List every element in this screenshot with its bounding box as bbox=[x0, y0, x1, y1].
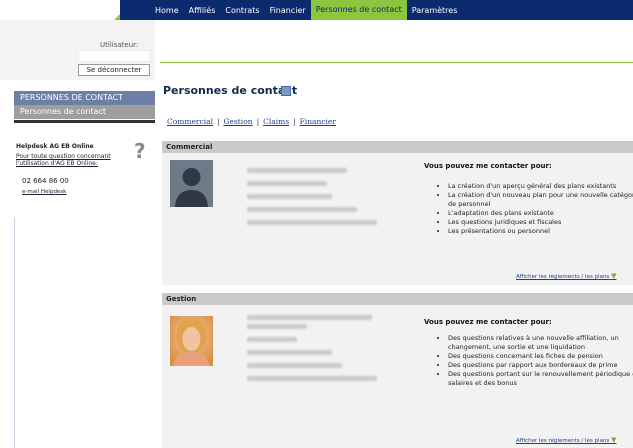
nav-parametres[interactable]: Paramètres bbox=[407, 6, 463, 15]
section-gestion: Gestion Vous pouvez me contacter pour: D… bbox=[162, 293, 633, 448]
sidebar: Utilisateur: Se déconnecter PERSONNES DE… bbox=[0, 20, 155, 448]
helpdesk-email-link[interactable]: e-mail Helpdesk bbox=[22, 189, 66, 195]
list-item: Les questions juridiques et fiscales bbox=[448, 218, 633, 227]
contact-reasons-list: La création d'un aperçu général des plan… bbox=[434, 182, 633, 236]
page-title: Personnes de contact bbox=[163, 84, 298, 97]
main-nav: Home Affiliés Contrats Financier Personn… bbox=[150, 0, 462, 20]
nav-affilies[interactable]: Affiliés bbox=[184, 6, 221, 15]
list-item: La création d'un aperçu général des plan… bbox=[448, 182, 633, 191]
nav-personnes-de-contact[interactable]: Personnes de contact bbox=[310, 0, 407, 20]
nav-contrats[interactable]: Contrats bbox=[220, 6, 264, 15]
subnav-financier[interactable]: Financier bbox=[300, 117, 336, 126]
question-mark-icon: ? bbox=[134, 139, 146, 163]
contact-reasons-list: Des questions relatives à une nouvelle a… bbox=[434, 334, 633, 388]
contact-phone-redacted bbox=[247, 350, 332, 355]
helpdesk-phone: 02 664 86 00 bbox=[22, 177, 69, 185]
show-plans-link[interactable]: Afficher les règlements / les plans ▼ bbox=[516, 436, 616, 444]
helpdesk-title: Helpdesk AG EB Online bbox=[16, 143, 94, 150]
user-label: Utilisateur: bbox=[100, 41, 139, 49]
sidebar-divider bbox=[14, 120, 155, 123]
subnav-gestion[interactable]: Gestion bbox=[224, 117, 253, 126]
contact-reasons-title: Vous pouvez me contacter pour: bbox=[424, 162, 552, 170]
list-item: Des questions portant sur le renouvellem… bbox=[448, 370, 633, 388]
contact-fax-redacted bbox=[247, 194, 332, 199]
helpdesk-question-link[interactable]: Pour toute question concernant l'utilisa… bbox=[16, 153, 116, 167]
top-navigation-bar: Home Affiliés Contrats Financier Personn… bbox=[0, 0, 633, 20]
list-item: La création d'un nouveau plan pour une n… bbox=[448, 191, 633, 209]
contact-email-redacted bbox=[247, 207, 357, 212]
section-header: Commercial bbox=[162, 141, 633, 153]
subnav-commercial[interactable]: Commercial bbox=[167, 117, 213, 126]
contact-email-redacted bbox=[247, 363, 342, 368]
info-icon[interactable] bbox=[281, 86, 291, 96]
contact-name-redacted bbox=[247, 315, 372, 320]
contact-address-redacted bbox=[247, 220, 377, 225]
list-item: Des questions concernant les fiches de p… bbox=[448, 352, 633, 361]
show-plans-link[interactable]: Afficher les règlements / les plans ▼ bbox=[516, 272, 616, 280]
nav-home[interactable]: Home bbox=[150, 6, 184, 15]
list-item: Les présentations ou personnel bbox=[448, 227, 633, 236]
section-subnav: Commercial | Gestion | Claims | Financier bbox=[167, 117, 336, 126]
contact-subtitle-redacted bbox=[247, 337, 297, 342]
section-header: Gestion bbox=[162, 293, 633, 305]
contact-address-redacted bbox=[247, 376, 377, 381]
sidebar-border bbox=[14, 217, 15, 448]
user-name-field bbox=[78, 50, 150, 62]
subnav-claims[interactable]: Claims bbox=[263, 117, 289, 126]
header-divider bbox=[160, 62, 633, 63]
contact-reasons-title: Vous pouvez me contacter pour: bbox=[424, 318, 552, 326]
contact-name-redacted bbox=[247, 168, 347, 173]
helpdesk-box: Helpdesk AG EB Online ? Pour toute quest… bbox=[14, 137, 155, 217]
sidebar-section-personnes-de-contact[interactable]: PERSONNES DE CONTACT bbox=[14, 91, 155, 105]
contact-role-redacted bbox=[247, 324, 307, 329]
logout-button[interactable]: Se déconnecter bbox=[78, 64, 150, 76]
chevron-down-icon: ▼ bbox=[611, 436, 617, 444]
contact-phone-redacted bbox=[247, 181, 327, 186]
sidebar-item-personnes-de-contact[interactable]: Personnes de contact bbox=[14, 105, 155, 119]
show-plans-label: Afficher les règlements / les plans bbox=[516, 438, 610, 444]
show-plans-label: Afficher les règlements / les plans bbox=[516, 274, 610, 280]
chevron-down-icon: ▼ bbox=[611, 272, 617, 280]
contact-avatar-placeholder bbox=[170, 160, 213, 207]
list-item: Des questions par rapport aux bordereaux… bbox=[448, 361, 633, 370]
nav-financier[interactable]: Financier bbox=[265, 6, 311, 15]
contact-photo bbox=[170, 316, 213, 366]
list-item: Des questions relatives à une nouvelle a… bbox=[448, 334, 633, 352]
list-item: L'adaptation des plans existante bbox=[448, 209, 633, 218]
section-commercial: Commercial Vous pouvez me contacter pour… bbox=[162, 141, 633, 285]
